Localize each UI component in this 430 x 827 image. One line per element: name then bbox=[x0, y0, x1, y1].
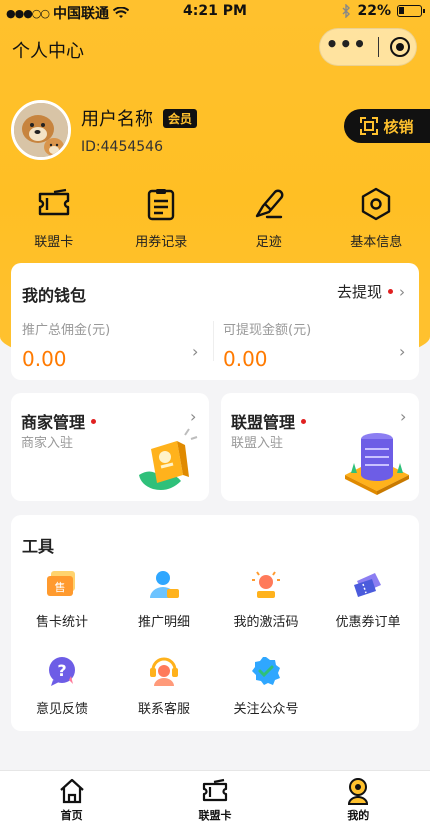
user-promo-icon bbox=[150, 571, 179, 598]
verify-button[interactable]: 核销 bbox=[344, 109, 430, 143]
status-bar: ●●●○○ 中国联通 4:21 PM 22% bbox=[0, 0, 430, 22]
withdraw-label: 去提现 bbox=[336, 283, 382, 301]
coupon-icon bbox=[354, 573, 381, 597]
shop-illustration-icon bbox=[139, 428, 198, 490]
total-commission-label: 推广总佣金(元) bbox=[22, 323, 111, 338]
tool-promotion-details[interactable]: 推广明细 bbox=[113, 567, 215, 630]
svg-text:?: ? bbox=[57, 661, 66, 680]
page-title: 个人中心 bbox=[12, 41, 84, 62]
tools-title: 工具 bbox=[22, 537, 55, 556]
withdrawable-label: 可提现金额(元) bbox=[223, 323, 312, 338]
wallet-divider bbox=[213, 321, 214, 361]
chevron-right-icon: › bbox=[399, 282, 405, 301]
tab-label: 首页 bbox=[60, 809, 83, 822]
more-icon[interactable]: ••• bbox=[326, 34, 367, 54]
question-bubble-icon: ? bbox=[49, 657, 75, 686]
capsule-divider bbox=[378, 37, 380, 57]
wallet-title: 我的钱包 bbox=[22, 286, 87, 305]
quick-menu: 联盟卡 用券记录 足迹 基本信息 bbox=[0, 186, 430, 250]
quick-item-label: 足迹 bbox=[255, 235, 282, 250]
alliance-title: 联盟管理 bbox=[231, 413, 296, 432]
merchant-title: 商家管理 bbox=[21, 413, 86, 432]
alliance-management-card[interactable]: 联盟管理 › 联盟入驻 bbox=[221, 393, 419, 501]
tool-follow-official-account[interactable]: 关注公众号 bbox=[215, 654, 317, 717]
tab-bar: 首页 联盟卡 我的 bbox=[0, 770, 430, 827]
close-target-icon[interactable] bbox=[390, 37, 411, 57]
profile-section: 用户名称 会员 ID:4454546 bbox=[11, 100, 198, 160]
ticket-icon bbox=[202, 778, 228, 802]
username: 用户名称 bbox=[81, 109, 153, 130]
merchant-management-card[interactable]: 商家管理 › 商家入驻 bbox=[11, 393, 209, 501]
notification-dot bbox=[388, 289, 393, 294]
tab-label: 我的 bbox=[347, 809, 370, 822]
quick-item-basic-info[interactable]: 基本信息 bbox=[326, 186, 426, 250]
verify-label: 核销 bbox=[383, 117, 414, 136]
total-commission[interactable]: 推广总佣金(元) 0.00 bbox=[22, 319, 110, 371]
quick-item-label: 基本信息 bbox=[350, 235, 403, 250]
total-commission-value: 0.00 bbox=[22, 347, 67, 371]
member-badge: 会员 bbox=[163, 108, 198, 128]
quick-item-footprint[interactable]: 足迹 bbox=[219, 186, 319, 250]
tool-label: 关注公众号 bbox=[233, 702, 299, 717]
card-sale-text: 售 bbox=[55, 580, 66, 594]
hexagon-settings-icon bbox=[362, 187, 391, 221]
lightbulb-icon bbox=[252, 571, 280, 598]
tab-mine[interactable]: 我的 bbox=[287, 771, 430, 827]
chevron-right-icon: › bbox=[192, 342, 199, 361]
bluetooth-icon bbox=[342, 4, 351, 18]
mini-program-capsule: ••• bbox=[319, 28, 417, 66]
notification-dot bbox=[301, 418, 307, 424]
merchant-subtitle: 商家入驻 bbox=[21, 436, 74, 451]
quick-item-label: 用券记录 bbox=[135, 235, 188, 250]
tool-customer-service[interactable]: 联系客服 bbox=[113, 654, 215, 717]
card-sale-icon: 售 bbox=[47, 571, 75, 596]
chevron-right-icon: › bbox=[190, 407, 197, 426]
tab-label: 联盟卡 bbox=[198, 809, 232, 822]
battery-icon bbox=[397, 5, 425, 17]
tool-label: 联系客服 bbox=[137, 702, 190, 717]
verified-check-icon bbox=[252, 657, 280, 685]
quick-item-label: 联盟卡 bbox=[34, 235, 74, 250]
footprint-icon bbox=[255, 189, 284, 219]
withdrawable-value: 0.00 bbox=[223, 347, 268, 371]
tool-coupon-orders[interactable]: 优惠券订单 bbox=[317, 567, 419, 630]
tool-label: 售卡统计 bbox=[35, 615, 88, 630]
tab-home[interactable]: 首页 bbox=[0, 771, 143, 827]
headset-icon bbox=[150, 657, 178, 686]
scan-icon bbox=[360, 117, 379, 135]
tab-alliance-card[interactable]: 联盟卡 bbox=[143, 771, 286, 827]
tool-activation-code[interactable]: 我的激活码 bbox=[215, 567, 317, 630]
home-icon bbox=[59, 778, 84, 804]
withdrawable-amount[interactable]: 可提现金额(元) 0.00 bbox=[223, 319, 311, 371]
ticket-icon bbox=[38, 188, 69, 216]
user-id: ID:4454546 bbox=[81, 139, 163, 155]
quick-item-alliance-card[interactable]: 联盟卡 bbox=[4, 186, 104, 250]
wallet-card: 我的钱包 去提现 › 推广总佣金(元) 0.00 › 可提现金额(元) 0.00… bbox=[11, 263, 419, 380]
alliance-subtitle: 联盟入驻 bbox=[231, 436, 284, 451]
tool-label: 推广明细 bbox=[137, 615, 190, 630]
tool-label: 优惠券订单 bbox=[335, 615, 401, 630]
chevron-right-icon: › bbox=[400, 407, 407, 426]
tool-label: 意见反馈 bbox=[35, 702, 88, 717]
tools-card: 工具 售 售卡统计 推广明细 我的激活码 优惠券订单 ? 意见反馈 联系客服 关… bbox=[11, 515, 419, 731]
document-list-icon bbox=[148, 189, 175, 221]
tool-feedback[interactable]: ? 意见反馈 bbox=[11, 654, 113, 717]
tool-label: 我的激活码 bbox=[233, 615, 299, 630]
withdraw-link[interactable]: 去提现 › bbox=[337, 281, 405, 302]
quick-item-coupon-record[interactable]: 用券记录 bbox=[111, 186, 211, 250]
battery-percent: 22% bbox=[357, 3, 391, 19]
chevron-right-icon: › bbox=[399, 342, 406, 361]
tool-card-sales[interactable]: 售 售卡统计 bbox=[11, 567, 113, 630]
building-illustration-icon bbox=[345, 433, 409, 495]
avatar[interactable] bbox=[11, 100, 71, 160]
user-icon bbox=[348, 778, 369, 805]
notification-dot bbox=[91, 418, 97, 424]
